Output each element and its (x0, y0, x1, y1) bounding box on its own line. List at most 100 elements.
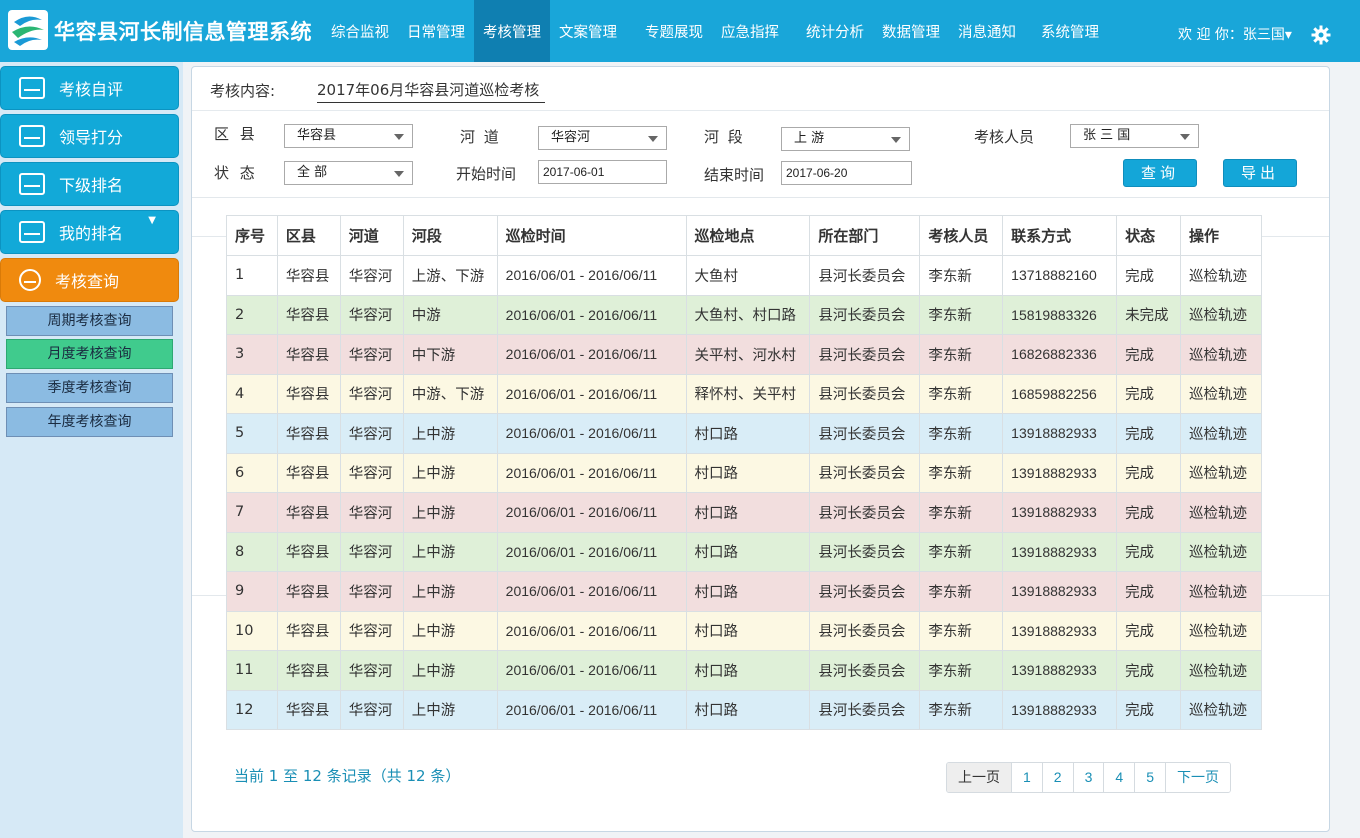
page-button-1[interactable]: 1 (1011, 763, 1042, 792)
nav-item-documents[interactable]: 文案管理 (550, 0, 626, 62)
track-link[interactable]: 巡检轨迹 (1180, 610, 1262, 651)
sidebar-item-my-ranking[interactable]: 我的排名 ▼ (0, 210, 179, 254)
cell-inspector: 李东新 (919, 373, 1004, 414)
segment-select[interactable]: 上 游 (781, 127, 910, 151)
chevron-down-icon (1180, 134, 1190, 140)
expand-caret-icon: ▼ (148, 215, 156, 226)
page-button-2[interactable]: 2 (1041, 763, 1073, 792)
sidebar-item-assessment-query[interactable]: 考核查询 (0, 258, 179, 302)
status-select[interactable]: 全 部 (284, 161, 413, 185)
track-link[interactable]: 巡检轨迹 (1180, 334, 1262, 375)
gear-icon[interactable] (1311, 25, 1331, 45)
header-place[interactable]: 巡检地点 (685, 215, 811, 256)
sidebar-item-label: 考核自评 (59, 80, 124, 99)
nav-item-topics[interactable]: 专题展现 (626, 0, 712, 62)
nav-item-assessment[interactable]: 考核管理 (474, 0, 550, 62)
main-panel: 考核内容: 2017年06月华容县河道巡检考核 区 县 华容县 河 道 华容河 … (191, 66, 1330, 832)
page-button-3[interactable]: 3 (1072, 763, 1104, 792)
cell-phone: 13918882933 (1002, 413, 1118, 454)
records-summary: 当前 1 至 12 条记录（共 12 条） (234, 767, 461, 785)
cell-river: 华容河 (339, 650, 404, 691)
nav-item-overview[interactable]: 综合监视 (322, 0, 398, 62)
table-row[interactable]: 1 华容县 华容河 上游、下游 2016/06/01 - 2016/06/11 大鱼村 县河… (226, 255, 1262, 296)
main-nav: 综合监视 日常管理 考核管理 文案管理 专题展现 应急指挥 统计分析 数据管理 … (322, 0, 1108, 62)
track-link[interactable]: 巡检轨迹 (1180, 531, 1262, 572)
cell-inspector: 李东新 (919, 531, 1004, 572)
sub-item-yearly-query[interactable]: 年度考核查询 (6, 407, 173, 437)
header-no[interactable]: 序号 (226, 215, 278, 256)
track-link[interactable]: 巡检轨迹 (1180, 492, 1262, 533)
table-row[interactable]: 7 华容县 华容河 上中游 2016/06/01 - 2016/06/11 村口路 县河长委… (226, 492, 1262, 533)
cell-time: 2016/06/01 - 2016/06/11 (496, 650, 687, 691)
segment-label: 河 段 (704, 128, 745, 146)
cell-time: 2016/06/01 - 2016/06/11 (496, 255, 687, 296)
table-row[interactable]: 6 华容县 华容河 上中游 2016/06/01 - 2016/06/11 村口路 县河长委… (226, 452, 1262, 493)
table-row[interactable]: 5 华容县 华容河 上中游 2016/06/01 - 2016/06/11 村口路 县河长委… (226, 413, 1262, 454)
sidebar-item-sub-ranking[interactable]: 下级排名 (0, 162, 179, 206)
cell-place: 村口路 (685, 492, 811, 533)
table-row[interactable]: 2 华容县 华容河 中游 2016/06/01 - 2016/06/11 大鱼村、村口路县… (226, 294, 1262, 335)
header-inspector[interactable]: 考核人员 (919, 215, 1004, 256)
cell-segment: 上中游 (402, 689, 498, 730)
sidebar-item-leader-score[interactable]: 领导打分 (0, 114, 179, 158)
table-row[interactable]: 9 华容县 华容河 上中游 2016/06/01 - 2016/06/11 村口路 县河长委… (226, 571, 1262, 612)
header-dept[interactable]: 所在部门 (809, 215, 921, 256)
nav-item-emergency[interactable]: 应急指挥 (712, 0, 788, 62)
end-time-input[interactable]: 2017-06-20 (781, 161, 912, 185)
sidebar: 考核自评 领导打分 下级排名 我的排名 ▼ 考核查询 周期考核查询 月度考核查询… (0, 62, 183, 838)
cell-dept: 县河长委员会 (809, 610, 921, 651)
header-action[interactable]: 操作 (1180, 215, 1262, 256)
page-button-4[interactable]: 4 (1103, 763, 1135, 792)
table-row[interactable]: 11 华容县 华容河 上中游 2016/06/01 - 2016/06/11 村口路 县河长… (226, 650, 1262, 691)
table-row[interactable]: 10 华容县 华容河 上中游 2016/06/01 - 2016/06/11 村口路 县河长… (226, 610, 1262, 651)
user-menu[interactable]: 欢 迎 你：张三国▾ (1178, 24, 1292, 44)
sub-item-quarterly-query[interactable]: 季度考核查询 (6, 373, 173, 403)
header-county[interactable]: 区县 (276, 215, 341, 256)
header-river[interactable]: 河道 (339, 215, 404, 256)
nav-item-data[interactable]: 数据管理 (873, 0, 949, 62)
nav-item-system[interactable]: 系统管理 (1025, 0, 1108, 62)
county-select[interactable]: 华容县 (284, 124, 413, 148)
start-time-input[interactable]: 2017-06-01 (538, 160, 667, 184)
monitor-icon (19, 77, 45, 99)
header-status[interactable]: 状态 (1116, 215, 1181, 256)
river-select[interactable]: 华容河 (538, 126, 667, 150)
sidebar-item-self-assessment[interactable]: 考核自评 (0, 66, 179, 110)
track-link[interactable]: 巡检轨迹 (1180, 373, 1262, 414)
export-button[interactable]: 导出 (1223, 159, 1297, 187)
track-link[interactable]: 巡检轨迹 (1180, 571, 1262, 612)
track-link[interactable]: 巡检轨迹 (1180, 294, 1262, 335)
header-phone[interactable]: 联系方式 (1002, 215, 1118, 256)
cell-phone: 13918882933 (1002, 610, 1118, 651)
cell-county: 华容县 (276, 492, 341, 533)
track-link[interactable]: 巡检轨迹 (1180, 255, 1262, 296)
inspector-select[interactable]: 张 三 国 (1070, 124, 1199, 148)
table-row[interactable]: 12 华容县 华容河 上中游 2016/06/01 - 2016/06/11 村口路 县河长… (226, 689, 1262, 730)
next-page-button[interactable]: 下一页 (1164, 763, 1230, 792)
query-button[interactable]: 查询 (1123, 159, 1197, 187)
track-link[interactable]: 巡检轨迹 (1180, 650, 1262, 691)
track-link[interactable]: 巡检轨迹 (1180, 452, 1262, 493)
nav-item-daily[interactable]: 日常管理 (398, 0, 474, 62)
cell-no: 12 (226, 689, 278, 730)
nav-item-statistics[interactable]: 统计分析 (788, 0, 873, 62)
header-segment[interactable]: 河段 (402, 215, 498, 256)
track-link[interactable]: 巡检轨迹 (1180, 689, 1262, 730)
prev-page-button[interactable]: 上一页 (947, 763, 1011, 792)
cell-county: 华容县 (276, 413, 341, 454)
page-button-5[interactable]: 5 (1134, 763, 1165, 792)
table-row[interactable]: 8 华容县 华容河 上中游 2016/06/01 - 2016/06/11 村口路 县河长委… (226, 531, 1262, 572)
cell-segment: 上中游 (402, 571, 498, 612)
sub-item-monthly-query[interactable]: 月度考核查询 (6, 339, 173, 369)
cell-no: 5 (226, 413, 278, 454)
sub-item-period-query[interactable]: 周期考核查询 (6, 306, 173, 336)
cell-county: 华容县 (276, 571, 341, 612)
cell-status: 完成 (1116, 452, 1181, 493)
table-row[interactable]: 3 华容县 华容河 中下游 2016/06/01 - 2016/06/11 关平村、河水村… (226, 334, 1262, 375)
header-time[interactable]: 巡检时间 (496, 215, 687, 256)
nav-item-messages[interactable]: 消息通知 (949, 0, 1025, 62)
cell-segment: 中游 (402, 294, 498, 335)
track-link[interactable]: 巡检轨迹 (1180, 413, 1262, 454)
table-row[interactable]: 4 华容县 华容河 中游、下游 2016/06/01 - 2016/06/11 释怀村、关… (226, 373, 1262, 414)
content-value: 2017年06月华容县河道巡检考核 (317, 79, 546, 103)
